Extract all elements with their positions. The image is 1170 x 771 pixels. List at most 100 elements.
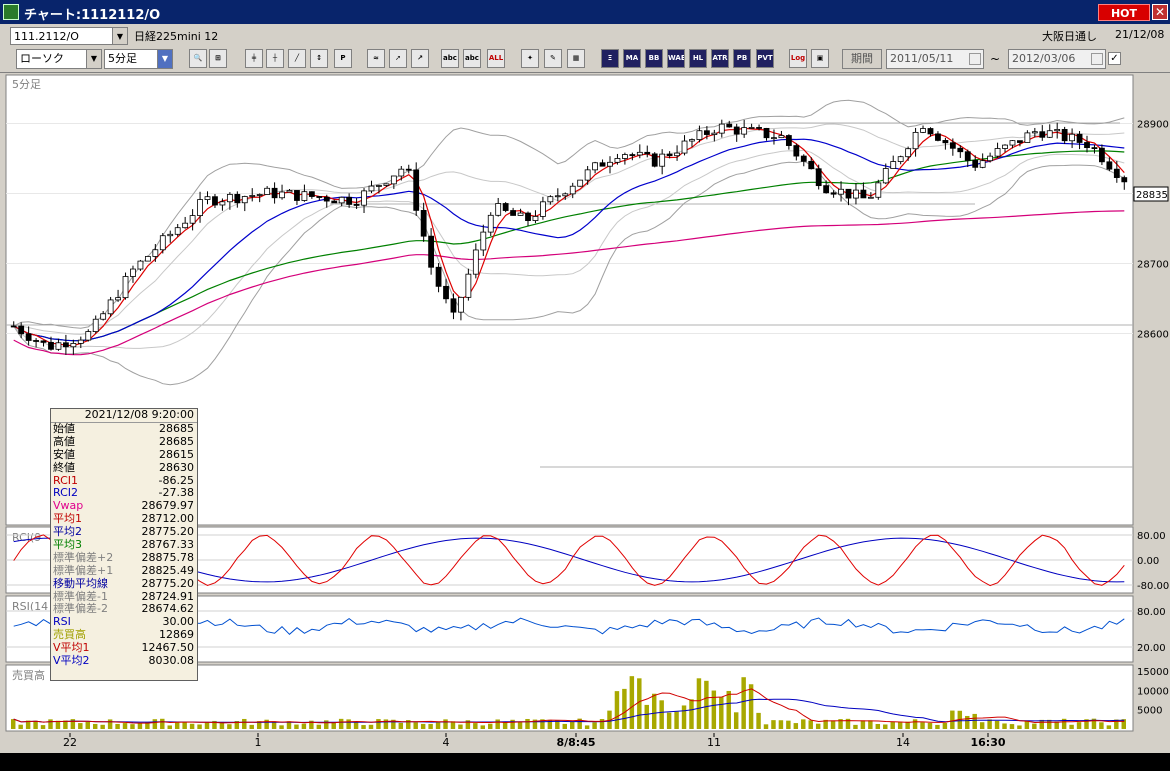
candle-body xyxy=(964,151,971,161)
candle-body xyxy=(182,222,189,229)
toolbar-line-button[interactable]: ╱ xyxy=(288,49,306,68)
toolbar-fit-button[interactable]: ⊞ xyxy=(209,49,227,68)
chevron-down-icon[interactable]: ▼ xyxy=(157,50,172,68)
candle-body xyxy=(510,210,517,216)
toolbar-hl-button[interactable]: HL xyxy=(689,49,707,68)
toolbar-pb-button[interactable]: PB xyxy=(733,49,751,68)
calendar-icon[interactable] xyxy=(1091,53,1103,65)
timeframe-select[interactable]: 5分足 ▼ xyxy=(104,49,173,69)
date-separator: ~ xyxy=(990,52,1001,66)
info-value: 28630 xyxy=(159,460,194,474)
chevron-down-icon[interactable]: ▼ xyxy=(86,50,101,68)
candle-body xyxy=(517,212,524,216)
volume-bar xyxy=(1106,725,1112,729)
volume-bar xyxy=(651,693,657,729)
chevron-down-icon[interactable]: ▼ xyxy=(112,28,127,44)
volume-tick-label: 5000 xyxy=(1137,706,1162,717)
candle-body xyxy=(629,154,636,156)
candle-body xyxy=(390,175,397,185)
toolbar-ma-button[interactable]: MA xyxy=(623,49,641,68)
candle-body xyxy=(949,142,956,149)
toolbar-abcd-button[interactable]: abc xyxy=(463,49,481,68)
volume-bar xyxy=(763,724,769,729)
candle-body xyxy=(458,296,464,313)
candle-body xyxy=(286,190,293,193)
calendar-icon[interactable] xyxy=(969,53,981,65)
candle-body xyxy=(860,189,867,199)
volume-bar xyxy=(942,723,948,729)
candle-body xyxy=(361,190,367,206)
toolbar-all-button[interactable]: ALL xyxy=(487,49,505,68)
header-date: 21/12/08 xyxy=(1115,28,1165,41)
candle-body xyxy=(636,151,643,156)
info-value: 12467.50 xyxy=(141,641,195,655)
toolbar-zoom-button[interactable]: 🔍 xyxy=(189,49,207,68)
toolbar-win-button[interactable]: ▣ xyxy=(811,49,829,68)
candle-body xyxy=(622,154,628,159)
candle-body xyxy=(1017,140,1023,143)
volume-bar xyxy=(584,725,590,729)
close-icon[interactable]: ✕ xyxy=(1152,4,1168,20)
candle-body xyxy=(92,318,99,332)
info-value: 28724.91 xyxy=(141,589,195,603)
candle-body xyxy=(718,123,725,134)
candle-body xyxy=(942,140,949,144)
info-label: 高値 xyxy=(53,434,75,448)
volume-bar xyxy=(793,723,799,729)
period-checkbox[interactable]: ✓ xyxy=(1108,52,1121,65)
toolbar-pt-button[interactable]: P xyxy=(334,49,352,68)
hot-button[interactable]: HOT xyxy=(1098,4,1150,21)
volume-bar xyxy=(599,719,605,729)
toolbar-hilo-button[interactable]: ↕ xyxy=(310,49,328,68)
toolbar-palette-button[interactable]: ▦ xyxy=(567,49,585,68)
rsi-tick-label: 80.00 xyxy=(1137,607,1166,618)
period-button[interactable]: 期間 xyxy=(842,49,882,69)
info-value: 28679.97 xyxy=(141,499,195,513)
candle-body xyxy=(1069,133,1075,142)
info-label: V平均2 xyxy=(53,654,90,668)
candle-body xyxy=(107,299,114,315)
info-value: 28615 xyxy=(159,447,194,461)
symbol-select[interactable]: 111.2112/O ▼ xyxy=(10,27,128,45)
candle-body xyxy=(264,187,271,195)
x-tick-label: 16:30 xyxy=(970,736,1005,749)
info-value: 28775.20 xyxy=(141,576,195,590)
toolbar-log-button[interactable]: Log xyxy=(789,49,807,68)
toolbar-atr-button[interactable]: ATR xyxy=(711,49,729,68)
volume-bar xyxy=(227,724,232,729)
candle-body xyxy=(659,153,666,167)
toolbar-candle-button[interactable]: ╪ xyxy=(245,49,263,68)
toolbar-wrench-button[interactable]: ✎ xyxy=(544,49,562,68)
toolbar-pvt-button[interactable]: PVT xyxy=(756,49,774,68)
candle-body xyxy=(398,168,405,177)
volume-bar xyxy=(965,715,970,729)
chart-type-select[interactable]: ローソク ▼ xyxy=(16,49,102,69)
candle-body xyxy=(115,297,121,301)
candle-body xyxy=(1002,144,1008,149)
candle-body xyxy=(785,135,792,146)
info-label: RSI xyxy=(53,615,71,629)
candle-body xyxy=(756,127,762,129)
volume-tick-label: 15000 xyxy=(1137,667,1169,678)
date-from-field[interactable]: 2011/05/11 xyxy=(886,49,984,69)
toolbar-tool-button[interactable]: ✦ xyxy=(521,49,539,68)
candle-body xyxy=(450,298,457,313)
toolbar-bb-button[interactable]: BB xyxy=(645,49,663,68)
candle-body xyxy=(1084,142,1090,148)
candle-body xyxy=(130,268,136,277)
volume-bar xyxy=(935,724,940,729)
candle-body xyxy=(383,183,390,186)
candle-body xyxy=(681,140,688,154)
toolbar-wae-button[interactable]: WAE xyxy=(667,49,685,68)
volume-bar xyxy=(204,722,210,729)
toolbar-abc-button[interactable]: abc xyxy=(441,49,459,68)
toolbar-arrow-button[interactable]: ↗ xyxy=(411,49,429,68)
toolbar-cursor-button[interactable]: ➚ xyxy=(389,49,407,68)
toolbar-bar-button[interactable]: ┼ xyxy=(266,49,284,68)
toolbar-eq-button[interactable]: Ξ xyxy=(601,49,619,68)
volume-bar xyxy=(182,721,187,729)
date-to-field[interactable]: 2012/03/06 xyxy=(1008,49,1106,69)
rci-label: RCI(9 xyxy=(12,531,41,544)
toolbar-ma-button[interactable]: ≈ xyxy=(367,49,385,68)
candle-body xyxy=(55,342,62,350)
